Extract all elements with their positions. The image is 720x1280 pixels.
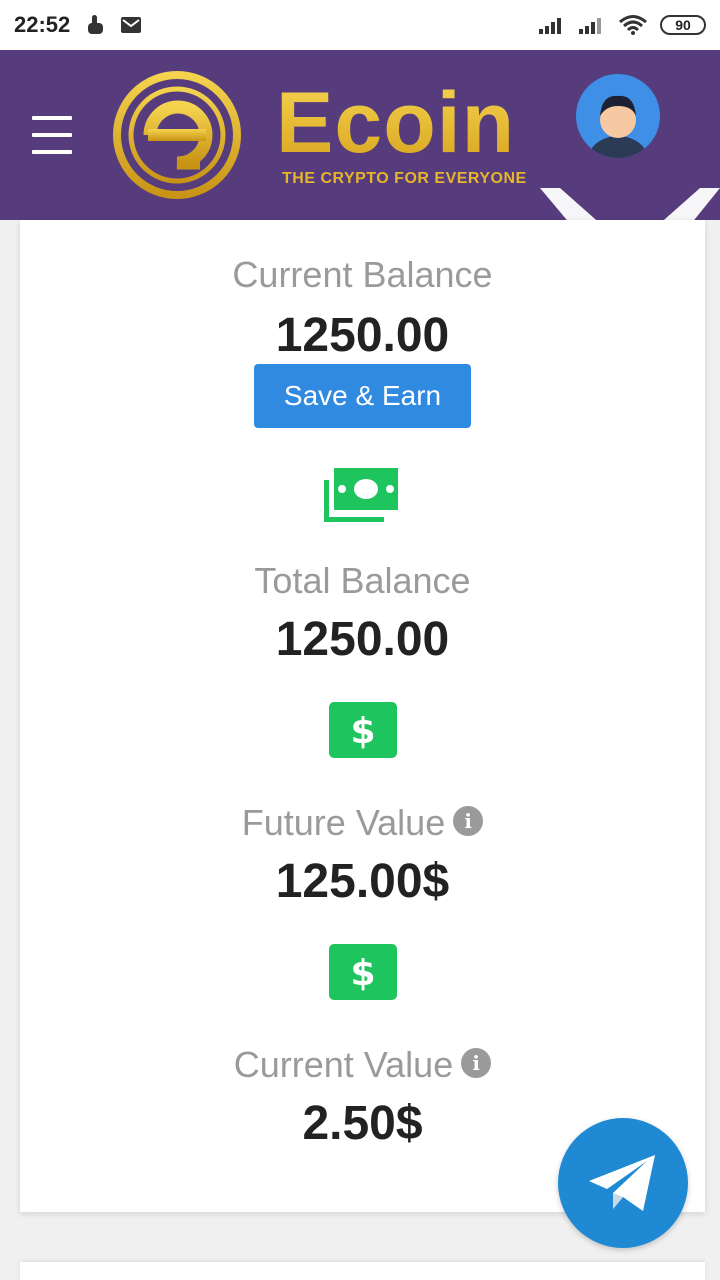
save-earn-button[interactable]: Save & Earn <box>254 364 471 428</box>
telegram-icon <box>589 1155 655 1211</box>
current-value-label: Current Value i <box>20 1044 705 1086</box>
wifi-icon <box>619 15 647 35</box>
status-bar: 22:52 90 <box>0 0 720 50</box>
dollar-icon: $ <box>329 702 397 758</box>
total-balance-value: 1250.00 <box>275 613 450 666</box>
brand-tagline: THE CRYPTO FOR EVERYONE <box>282 170 527 187</box>
total-balance-label: Total Balance <box>254 560 471 601</box>
current-balance-label: Current Balance <box>232 254 493 295</box>
money-bills-icon <box>324 468 398 522</box>
battery-indicator: 90 <box>660 15 706 35</box>
dollar-icon: $ <box>329 944 397 1000</box>
brand-name: Ecoin <box>276 75 516 171</box>
current-value-text: Current Value <box>233 1044 454 1085</box>
touch-hand-icon <box>88 15 104 34</box>
telegram-button[interactable] <box>558 1118 688 1248</box>
menu-icon[interactable] <box>32 116 72 154</box>
status-time: 22:52 <box>14 12 71 37</box>
future-value-value: 125.00$ <box>275 855 450 908</box>
svg-text:$: $ <box>350 953 375 992</box>
current-balance-value: 1250.00 <box>275 309 450 362</box>
info-icon[interactable]: i <box>453 806 484 837</box>
next-card <box>20 1262 705 1280</box>
future-value-label: Future Value i <box>20 802 705 844</box>
ecoin-logo-icon <box>113 71 241 199</box>
signal-icon-2 <box>579 18 601 34</box>
svg-text:$: $ <box>350 711 375 750</box>
future-value-text: Future Value <box>241 802 446 843</box>
signal-icon <box>539 18 561 34</box>
info-icon[interactable]: i <box>461 1048 492 1079</box>
avatar[interactable] <box>576 74 660 158</box>
balance-card: Current Balance 1250.00 Save & Earn Tota… <box>20 220 705 1212</box>
gmail-icon <box>121 17 142 33</box>
